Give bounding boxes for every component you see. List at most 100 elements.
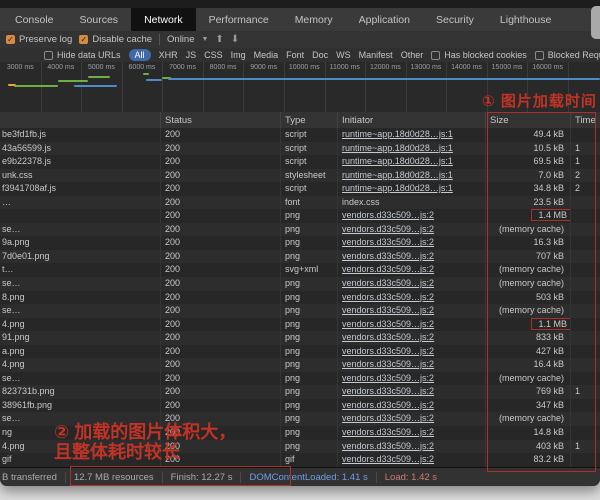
table-row[interactable]: 4.png 200 png vendors.d33c509…js:2 1.1 MB [0, 317, 600, 332]
column-header-type[interactable]: Type [280, 112, 337, 128]
request-status: 200 [160, 182, 280, 196]
column-header-initiator[interactable]: Initiator [337, 112, 485, 128]
filter-type-all[interactable]: All [128, 49, 151, 61]
request-type: font [280, 195, 337, 210]
table-row[interactable]: be3fd1fb.js 200 script runtime~app.18d0d28…… [0, 128, 600, 142]
initiator-link[interactable]: runtime~app.18d0d28…js:1 [342, 170, 453, 180]
request-type: png [280, 249, 337, 264]
scrollbar-thumb[interactable] [591, 6, 600, 39]
checkbox-unchecked-icon[interactable] [534, 50, 544, 60]
import-har-icon[interactable]: ⬆ [215, 34, 223, 45]
table-row[interactable]: unk.css 200 stylesheet runtime~app.18d0d28…… [0, 168, 600, 183]
tab-console[interactable]: Console [2, 8, 67, 31]
table-row[interactable]: 38961fb.png 200 png vendors.d33c509…js:2 347… [0, 398, 600, 413]
initiator-link[interactable]: runtime~app.18d0d28…js:1 [342, 129, 453, 139]
column-header-name[interactable] [0, 112, 160, 128]
initiator-link[interactable]: runtime~app.18d0d28…js:1 [342, 156, 453, 166]
initiator-link[interactable]: vendors.d33c509…js:2 [342, 292, 434, 302]
table-row[interactable]: se… 200 png vendors.d33c509…js:2 (memory cac… [0, 277, 600, 291]
filter-type-font[interactable]: Font [286, 50, 304, 60]
disable-cache-checkbox[interactable]: ✓ Disable cache [79, 34, 152, 45]
table-row[interactable]: 8.png 200 png vendors.d33c509…js:2 503 kB [0, 290, 600, 305]
table-row[interactable]: se… 200 png vendors.d33c509…js:2 (memory cac… [0, 371, 600, 386]
waterfall-segment [143, 73, 149, 75]
overview-tick-label: 16000 ms [532, 64, 563, 71]
request-rows: be3fd1fb.js 200 script runtime~app.18d0d28…… [0, 128, 600, 467]
tab-sources[interactable]: Sources [67, 8, 132, 31]
table-row[interactable]: 7d0e01.png 200 png vendors.d33c509…js:2 707 … [0, 249, 600, 264]
initiator-link[interactable]: vendors.d33c509…js:2 [342, 441, 434, 451]
table-row[interactable]: e9b22378.js 200 script runtime~app.18d0d28…… [0, 155, 600, 169]
filter-type-img[interactable]: Img [231, 50, 246, 60]
checkbox-checked-icon[interactable]: ✓ [6, 35, 15, 44]
table-row[interactable]: t… 200 svg+xml vendors.d33c509…js:2 (memory … [0, 263, 600, 278]
initiator-link[interactable]: vendors.d33c509…js:2 [342, 210, 434, 220]
initiator-link[interactable]: vendors.d33c509…js:2 [342, 264, 434, 274]
initiator-link[interactable]: vendors.d33c509…js:2 [342, 251, 434, 261]
blocked-requests-checkbox[interactable]: Blocked Requests [534, 50, 600, 60]
initiator-link[interactable]: index.css [342, 197, 380, 207]
tab-security[interactable]: Security [423, 8, 487, 31]
request-initiator: runtime~app.18d0d28…js:1 [337, 155, 485, 169]
table-row[interactable]: a.png 200 png vendors.d33c509…js:2 427 kB [0, 344, 600, 359]
tab-application[interactable]: Application [346, 8, 423, 31]
filter-type-js[interactable]: JS [186, 50, 197, 60]
table-row[interactable]: 4.png 200 png vendors.d33c509…js:2 16.4 kB [0, 358, 600, 372]
preserve-log-checkbox[interactable]: ✓ Preserve log [6, 34, 72, 45]
initiator-link[interactable]: vendors.d33c509…js:2 [342, 346, 434, 356]
checkbox-unchecked-icon[interactable] [44, 50, 53, 60]
table-row[interactable]: se… 200 png vendors.d33c509…js:2 (memory cac… [0, 222, 600, 237]
checkbox-checked-icon[interactable]: ✓ [79, 35, 89, 44]
throttling-dropdown[interactable]: Online ▼ [167, 34, 208, 45]
tab-network[interactable]: Network [131, 8, 196, 31]
column-header-time[interactable]: Time [570, 112, 600, 128]
filter-type-xhr[interactable]: XHR [159, 50, 178, 60]
initiator-link[interactable]: vendors.d33c509…js:2 [342, 386, 434, 396]
column-header-size[interactable]: Size [485, 112, 570, 128]
initiator-link[interactable]: vendors.d33c509…js:2 [342, 224, 434, 234]
checkbox-unchecked-icon[interactable] [431, 50, 441, 60]
filter-type-doc[interactable]: Doc [312, 50, 328, 60]
hide-data-urls-checkbox[interactable]: Hide data URLs [44, 50, 121, 60]
filter-type-manifest[interactable]: Manifest [359, 50, 393, 60]
filter-type-ws[interactable]: WS [336, 50, 351, 60]
initiator-link[interactable]: vendors.d33c509…js:2 [342, 278, 434, 288]
request-initiator: vendors.d33c509…js:2 [337, 290, 485, 305]
table-row[interactable]: se… 200 png vendors.d33c509…js:2 (memory cac… [0, 304, 600, 318]
filter-type-media[interactable]: Media [254, 50, 279, 60]
initiator-link[interactable]: vendors.d33c509…js:2 [342, 413, 434, 423]
size-value: 347 kB [535, 399, 564, 410]
size-value: (memory cache) [498, 223, 564, 234]
table-row[interactable]: … 200 font index.css 23.5 kB [0, 195, 600, 210]
tab-lighthouse[interactable]: Lighthouse [487, 8, 564, 31]
size-value: (memory cache) [498, 413, 564, 424]
initiator-link[interactable]: vendors.d33c509…js:2 [342, 373, 434, 383]
tab-performance[interactable]: Performance [196, 8, 282, 31]
initiator-link[interactable]: runtime~app.18d0d28…js:1 [342, 183, 453, 193]
initiator-link[interactable]: vendors.d33c509…js:2 [342, 454, 434, 464]
table-row[interactable]: 823731b.png 200 png vendors.d33c509…js:2 769… [0, 385, 600, 399]
initiator-link[interactable]: vendors.d33c509…js:2 [342, 427, 434, 437]
initiator-link[interactable]: vendors.d33c509…js:2 [342, 319, 434, 329]
export-har-icon[interactable]: ⬇ [231, 34, 239, 45]
column-header-status[interactable]: Status [160, 112, 280, 128]
initiator-link[interactable]: vendors.d33c509…js:2 [342, 359, 434, 369]
initiator-link[interactable]: vendors.d33c509…js:2 [342, 305, 434, 315]
table-row[interactable]: 9a.png 200 png vendors.d33c509…js:2 16.3 kB [0, 236, 600, 250]
overview-tick-label: 3000 ms [6, 64, 34, 71]
initiator-link[interactable]: vendors.d33c509…js:2 [342, 400, 434, 410]
initiator-link[interactable]: vendors.d33c509…js:2 [342, 332, 434, 342]
initiator-link[interactable]: vendors.d33c509…js:2 [342, 237, 434, 247]
initiator-link[interactable]: runtime~app.18d0d28…js:1 [342, 143, 453, 153]
size-value: 16.4 kB [533, 359, 564, 370]
table-row[interactable]: 91.png 200 png vendors.d33c509…js:2 833 kB [0, 331, 600, 345]
table-row[interactable]: 43a56599.js 200 script runtime~app.18d0d28…… [0, 141, 600, 156]
table-row[interactable]: f3941708af.js 200 script runtime~app.18d0d2… [0, 182, 600, 196]
has-blocked-cookies-checkbox[interactable]: Has blocked cookies [431, 50, 527, 60]
overview-tick-label: 11000 ms [329, 64, 360, 71]
filter-type-other[interactable]: Other [401, 50, 424, 60]
filter-type-css[interactable]: CSS [204, 50, 223, 60]
tab-memory[interactable]: Memory [282, 8, 346, 31]
table-row[interactable]: 200 png vendors.d33c509…js:2 1.4 MB [0, 209, 600, 223]
request-time [570, 277, 600, 291]
